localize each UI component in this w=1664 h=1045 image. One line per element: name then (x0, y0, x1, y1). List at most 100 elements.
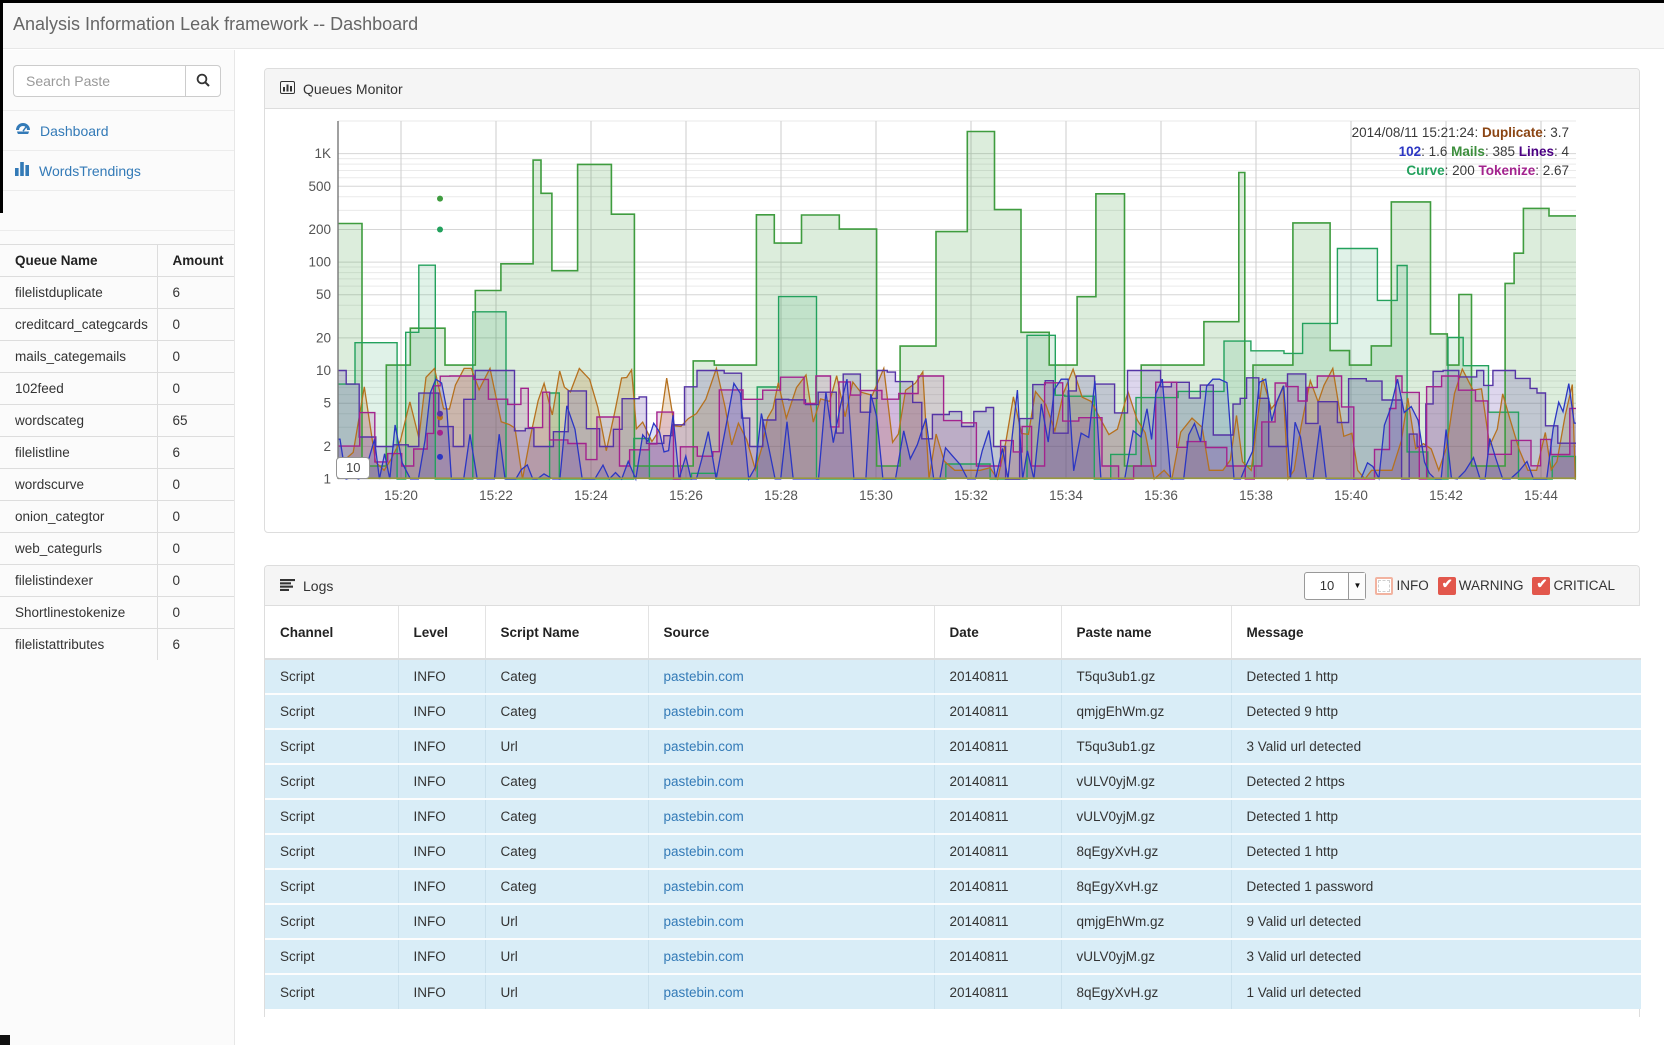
svg-text:15:22: 15:22 (479, 488, 513, 503)
log-message: 3 Valid url detected (1231, 939, 1641, 974)
log-row: ScriptINFOCategpastebin.com201408118qEgy… (265, 834, 1641, 869)
queue-name: 102feed (0, 373, 157, 405)
filter-checkbox-critical[interactable] (1532, 577, 1550, 595)
svg-text:15:32: 15:32 (954, 488, 988, 503)
log-message: 1 Valid url detected (1231, 974, 1641, 1009)
page-size-value: 10 (1305, 578, 1348, 593)
queue-name: filelistindexer (0, 565, 157, 597)
pastebin-link[interactable]: pastebin.com (664, 949, 744, 964)
svg-text:15:26: 15:26 (669, 488, 703, 503)
log-channel: Script (265, 939, 398, 974)
log-date: 20140811 (934, 869, 1061, 904)
log-source: pastebin.com (648, 799, 934, 834)
pastebin-link[interactable]: pastebin.com (664, 774, 744, 789)
svg-text:15:24: 15:24 (574, 488, 608, 503)
svg-text:5: 5 (323, 396, 331, 411)
queues-chart-plot[interactable]: 1K50020010050201052115:2015:2215:2415:26… (265, 109, 1639, 532)
pastebin-link[interactable]: pastebin.com (664, 739, 744, 754)
filter-checkbox-info[interactable] (1375, 577, 1393, 595)
page-size-select[interactable]: 10 ▼ (1304, 572, 1366, 600)
log-message: Detected 1 http (1231, 659, 1641, 694)
sidebar-blank-row (0, 191, 234, 230)
log-date: 20140811 (934, 974, 1061, 1009)
log-message: Detected 9 http (1231, 694, 1641, 729)
log-paste-name: qmjgEhWm.gz (1061, 904, 1231, 939)
log-message: Detected 1 http (1231, 799, 1641, 834)
log-source: pastebin.com (648, 834, 934, 869)
log-level: INFO (398, 974, 485, 1009)
log-script-name: Url (485, 939, 648, 974)
log-channel: Script (265, 799, 398, 834)
bar-chart-icon (15, 162, 30, 179)
svg-text:1K: 1K (314, 146, 331, 161)
log-level: INFO (398, 869, 485, 904)
svg-text:15:34: 15:34 (1049, 488, 1083, 503)
queue-table: Queue Name Amount filelistduplicate6cred… (0, 244, 234, 660)
queue-name: web_categurls (0, 533, 157, 565)
queues-chart[interactable]: 1K50020010050201052115:2015:2215:2415:26… (265, 109, 1639, 532)
queue-row: filelistduplicate6 (0, 277, 234, 309)
logs-panel-heading: Logs 10 ▼ INFOWARNINGCRITICAL (265, 566, 1639, 606)
log-source: pastebin.com (648, 659, 934, 694)
queue-row: wordscurve0 (0, 469, 234, 501)
queue-row: filelistindexer0 (0, 565, 234, 597)
pastebin-link[interactable]: pastebin.com (664, 809, 744, 824)
log-channel: Script (265, 869, 398, 904)
log-message: 3 Valid url detected (1231, 729, 1641, 764)
log-level: INFO (398, 729, 485, 764)
queue-amount: 0 (157, 373, 234, 405)
queue-name: filelistline (0, 437, 157, 469)
log-source: pastebin.com (648, 939, 934, 974)
log-row: ScriptINFOCategpastebin.com20140811T5qu3… (265, 659, 1641, 694)
queue-name: onion_categtor (0, 501, 157, 533)
log-paste-name: vULV0yjM.gz (1061, 939, 1231, 974)
log-channel: Script (265, 764, 398, 799)
log-paste-name: vULV0yjM.gz (1061, 764, 1231, 799)
search-group (13, 65, 221, 97)
queue-row: wordscateg65 (0, 405, 234, 437)
logs-column-header: Message (1231, 606, 1641, 659)
pastebin-link[interactable]: pastebin.com (664, 704, 744, 719)
log-script-name: Url (485, 904, 648, 939)
log-level: INFO (398, 939, 485, 974)
queue-name: filelistattributes (0, 629, 157, 661)
pastebin-link[interactable]: pastebin.com (664, 669, 744, 684)
logs-column-header: Channel (265, 606, 398, 659)
logs-column-header: Source (648, 606, 934, 659)
queue-amount: 0 (157, 533, 234, 565)
chevron-down-icon: ▼ (1348, 573, 1365, 599)
queue-amount: 0 (157, 501, 234, 533)
svg-text:2: 2 (323, 439, 331, 454)
log-channel: Script (265, 904, 398, 939)
sidebar-item-dashboard[interactable]: Dashboard (0, 111, 234, 150)
log-source: pastebin.com (648, 729, 934, 764)
log-level: INFO (398, 904, 485, 939)
log-channel: Script (265, 974, 398, 1009)
log-channel: Script (265, 834, 398, 869)
queue-name: Shortlinestokenize (0, 597, 157, 629)
pastebin-link[interactable]: pastebin.com (664, 844, 744, 859)
logs-column-header: Script Name (485, 606, 648, 659)
log-paste-name: qmjgEhWm.gz (1061, 694, 1231, 729)
pastebin-link[interactable]: pastebin.com (664, 985, 744, 1000)
filter-checkbox-warning[interactable] (1438, 577, 1456, 595)
sidebar-item-wordstrendings[interactable]: WordsTrendings (0, 151, 234, 190)
logs-table-body: ScriptINFOCategpastebin.com20140811T5qu3… (265, 659, 1641, 1009)
log-paste-name: 8qEgyXvH.gz (1061, 834, 1231, 869)
queue-name: creditcard_categcards (0, 309, 157, 341)
pastebin-link[interactable]: pastebin.com (664, 879, 744, 894)
pastebin-link[interactable]: pastebin.com (664, 914, 744, 929)
queues-panel-heading: Queues Monitor (265, 69, 1639, 109)
filter-label-info: INFO (1396, 578, 1428, 593)
queue-name: wordscateg (0, 405, 157, 437)
window-edge-corner (0, 1035, 10, 1045)
queue-row: 102feed0 (0, 373, 234, 405)
log-level: INFO (398, 834, 485, 869)
log-channel: Script (265, 729, 398, 764)
svg-text:15:36: 15:36 (1144, 488, 1178, 503)
queue-row: web_categurls0 (0, 533, 234, 565)
log-channel: Script (265, 694, 398, 729)
search-input[interactable] (13, 65, 185, 97)
search-button[interactable] (185, 65, 221, 97)
svg-text:200: 200 (308, 222, 331, 237)
